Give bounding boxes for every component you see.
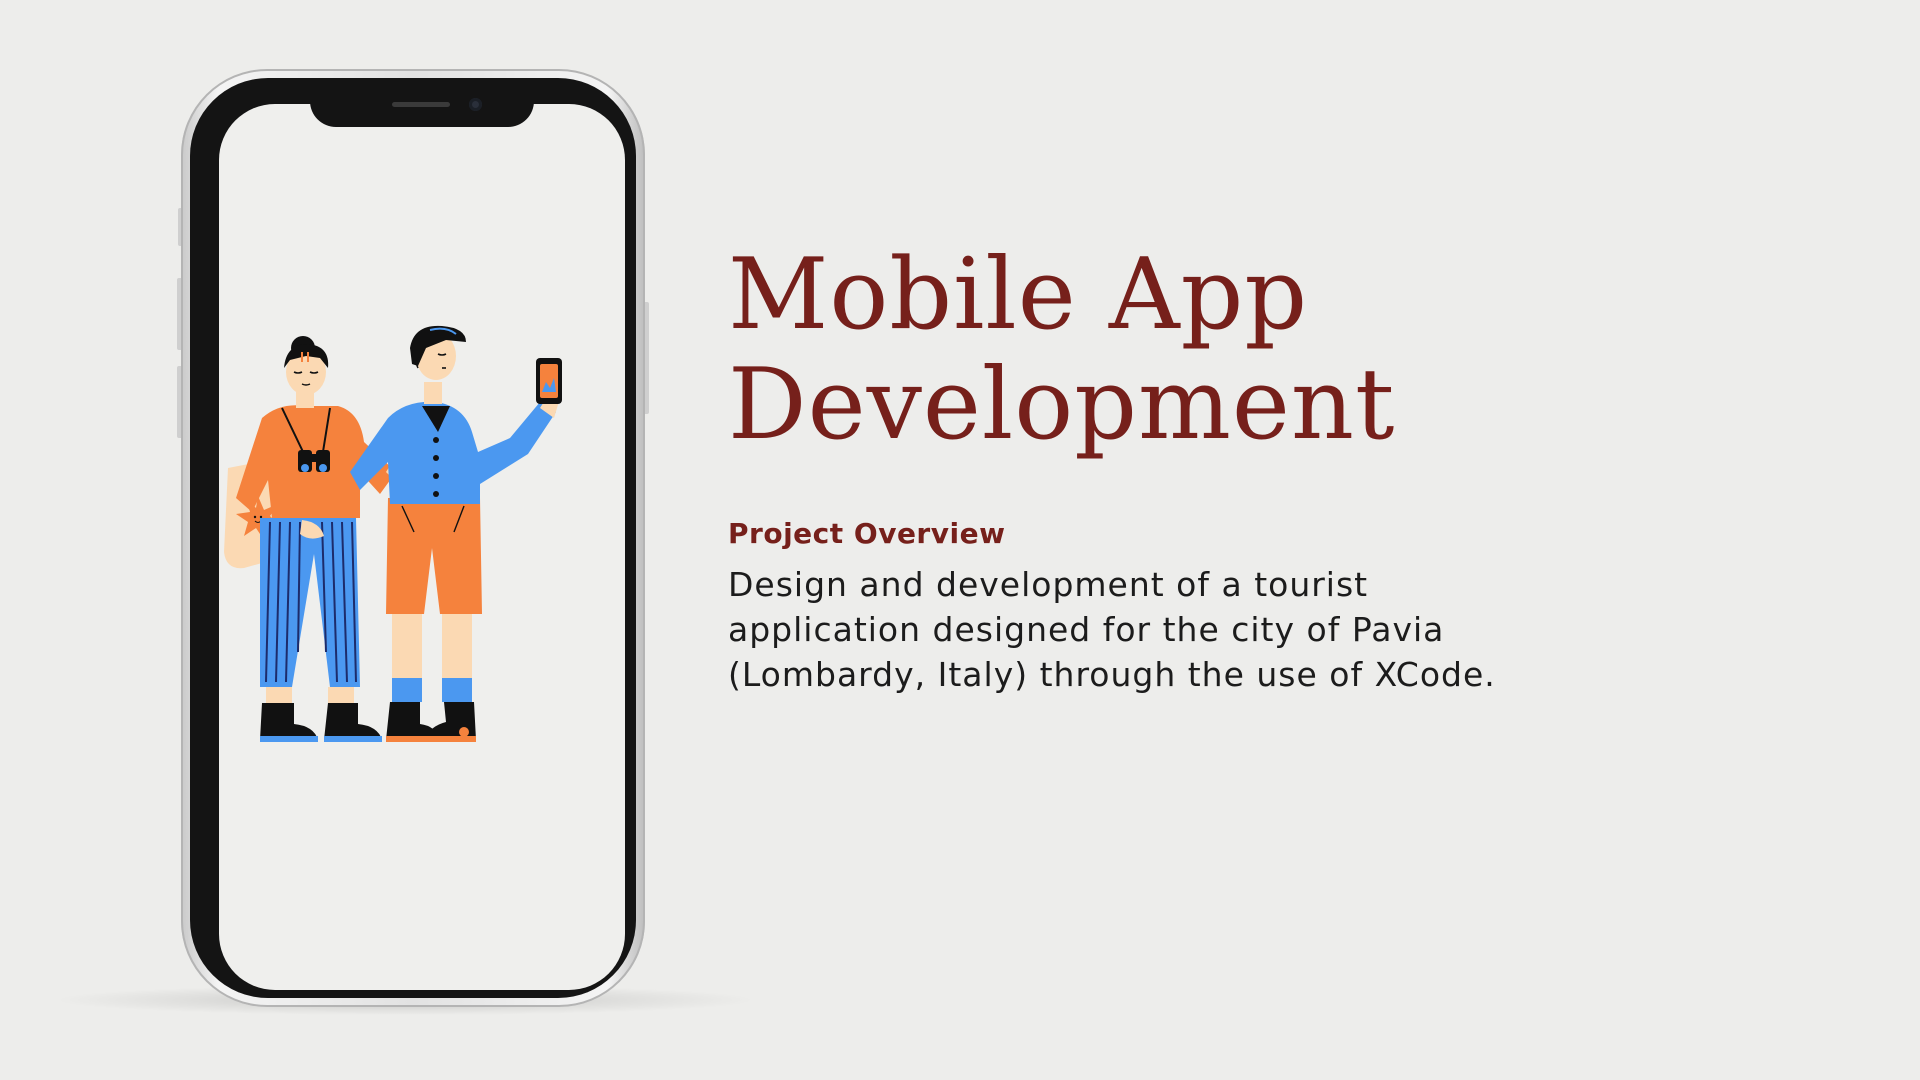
front-camera-icon — [469, 98, 482, 111]
title-line-1: Mobile App — [728, 238, 1309, 352]
man-figure — [350, 325, 562, 742]
description-line-3: (Lombardy, Italy) through the use of XCo… — [728, 655, 1496, 694]
title-line-2: Development — [728, 348, 1396, 462]
description-line-1: Design and development of a tourist — [728, 565, 1369, 604]
shoe — [260, 703, 318, 740]
slide: Mobile App Development Project Overview … — [0, 0, 1920, 1080]
project-description: Design and development of a tourist appl… — [728, 562, 1628, 697]
orange-shorts — [386, 498, 482, 614]
section-label: Project Overview — [728, 517, 1006, 550]
phone-notch — [310, 87, 534, 127]
page-title: Mobile App Development — [728, 240, 1728, 460]
tourists-illustration — [224, 325, 562, 742]
text-block: Mobile App Development Project Overview … — [728, 240, 1728, 697]
description-line-2: application designed for the city of Pav… — [728, 610, 1445, 649]
phone-speaker — [392, 102, 450, 107]
woman-figure — [224, 336, 419, 742]
shoe — [324, 703, 382, 740]
